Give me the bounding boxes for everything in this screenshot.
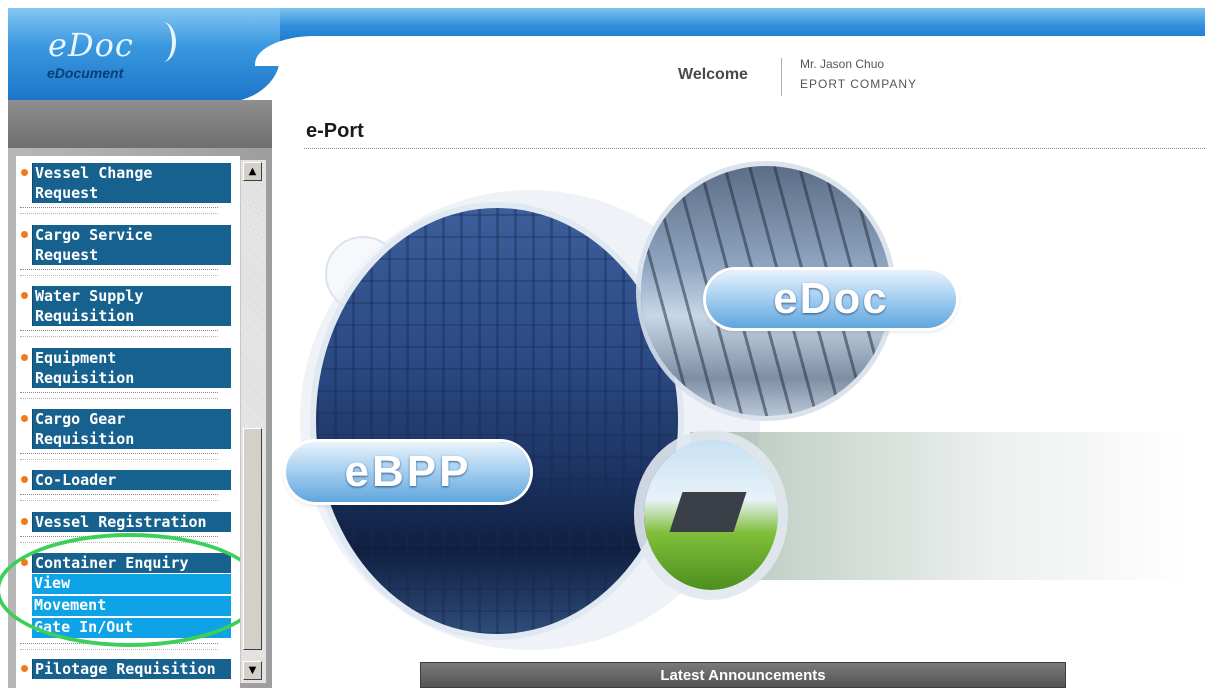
menu-item-vessel-change-request[interactable]: Vessel Change Request	[32, 163, 231, 203]
scroll-up-button[interactable]: ▲	[243, 162, 262, 181]
logo-title: eDoc	[48, 26, 134, 64]
bullet-icon	[21, 476, 28, 483]
bullet-icon	[21, 354, 28, 361]
welcome-label: Welcome	[678, 66, 748, 83]
bullet-icon	[21, 231, 28, 238]
menu-divider	[20, 494, 218, 495]
menu-item-cargo-gear-requisition[interactable]: Cargo Gear Requisition	[32, 409, 231, 449]
edoc-badge[interactable]: eDoc	[706, 270, 956, 328]
menu-item-water-supply-requisition[interactable]: Water Supply Requisition	[32, 286, 231, 326]
menu-item-vessel-registration[interactable]: Vessel Registration	[32, 512, 231, 532]
menu-item-co-loader[interactable]: Co-Loader	[32, 470, 231, 490]
menu-divider	[20, 500, 218, 501]
menu-divider	[20, 330, 218, 331]
sidebar-top-band	[8, 100, 272, 148]
ebpp-badge[interactable]: eBPP	[286, 442, 530, 502]
menu-divider	[20, 398, 218, 399]
menu-divider	[20, 213, 218, 214]
submenu-item-view[interactable]: View	[32, 574, 231, 595]
menu-divider	[20, 453, 218, 454]
menu-divider	[20, 336, 218, 337]
menu-divider	[20, 643, 218, 644]
laptop-icon	[669, 492, 747, 532]
bullet-icon	[21, 292, 28, 299]
logo-subtitle: eDocument	[47, 65, 124, 81]
menu-divider	[20, 392, 218, 393]
user-name: Mr. Jason Chuo	[800, 57, 885, 71]
welcome-divider	[781, 58, 782, 96]
scroll-down-button[interactable]: ▼	[243, 661, 262, 680]
bullet-icon	[21, 518, 28, 525]
bullet-icon	[21, 415, 28, 422]
bullet-icon	[21, 169, 28, 176]
title-divider	[304, 148, 1205, 149]
menu-divider	[20, 542, 218, 543]
menu-divider	[20, 459, 218, 460]
menu-divider	[20, 649, 218, 650]
submenu-item-gate-in-out[interactable]: Gate In/Out	[32, 618, 231, 639]
scroll-thumb[interactable]	[243, 428, 262, 650]
page-title: e-Port	[306, 120, 364, 142]
menu-item-pilotage-requisition[interactable]: Pilotage Requisition	[32, 659, 231, 679]
menu-divider	[20, 207, 218, 208]
header-wave	[255, 36, 1205, 66]
submenu-item-movement[interactable]: Movement	[32, 596, 231, 617]
user-company: EPORT COMPANY	[800, 77, 918, 91]
hero-ship-image	[316, 208, 678, 634]
menu-item-equipment-requisition[interactable]: Equipment Requisition	[32, 348, 231, 388]
bullet-icon	[21, 665, 28, 672]
menu-divider	[20, 275, 218, 276]
menu-divider	[20, 536, 218, 537]
menu-item-container-enquiry[interactable]: Container Enquiry	[32, 553, 231, 573]
announcements-header: Latest Announcements	[420, 662, 1066, 688]
bullet-icon	[21, 559, 28, 566]
menu-item-cargo-service-request[interactable]: Cargo Service Request	[32, 225, 231, 265]
menu-divider	[20, 269, 218, 270]
logo-arc-icon	[150, 22, 176, 62]
